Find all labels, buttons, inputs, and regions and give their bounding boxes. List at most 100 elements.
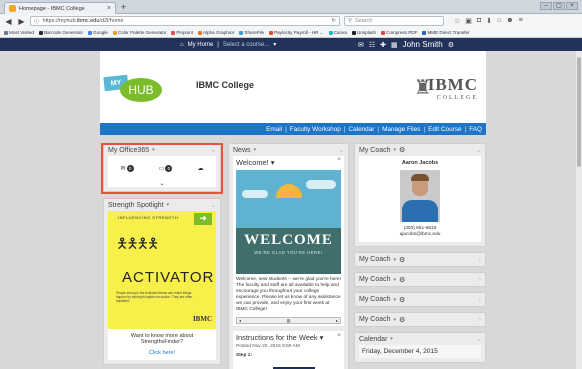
scroll-left-icon[interactable]: ◂ [239,318,241,323]
settings-gear-icon[interactable]: ⚙ [399,256,405,264]
settings-gear-icon[interactable]: ⚙ [399,276,405,284]
menu-separator: | [343,125,346,133]
address-bar[interactable]: ⓘ https://myhub.ibmc.edu/d2l/home ↻ [30,16,340,26]
menu-item[interactable]: Email [266,126,282,133]
forward-icon[interactable]: ▶ [17,17,26,26]
menu-item[interactable]: Calendar [348,126,374,133]
user-avatar-icon[interactable]: ▦ [391,41,398,49]
click-here-link[interactable]: Click here! [110,350,214,356]
new-tab-button[interactable]: + [121,2,126,12]
settings-gear-icon[interactable]: ⚙ [399,296,405,304]
pocket-icon[interactable]: ◘ [477,17,481,25]
logo-hub: HUB [120,78,162,102]
widget-menu-icon[interactable]: ▾ [390,336,393,342]
widget-title: My Coach [359,296,391,304]
menu-icon[interactable]: ≡ [519,17,523,25]
bookmark-item[interactable]: Unsplash [351,30,376,35]
sync-icon[interactable]: ☻ [506,17,513,25]
ibmc-logo-text: IBMC [427,75,478,94]
menu-item[interactable]: Edit Course [428,126,461,133]
collapse-icon[interactable]: ⌄ [476,147,481,154]
cloud-shape [242,190,268,198]
bookmark-item[interactable]: Alpha Graphics [197,30,234,35]
bookmark-item[interactable]: Most Visited [4,30,34,35]
message-alert-icon[interactable]: ✉ [358,41,364,49]
scroll-right-icon[interactable]: ▸ [336,318,338,323]
update-alert-icon[interactable]: ✚ [380,41,386,49]
scrollbar-thumb[interactable] [577,57,581,167]
star-icon[interactable]: ☆ [454,17,460,25]
news-column: News ▾ ⌄ Welcome! ▾ × WELCOME WE'RE GLAD… [228,143,349,369]
reload-icon[interactable]: ↻ [331,18,336,24]
bookmark-label: Paylocity Payroll - HR ... [274,30,324,35]
dismiss-icon[interactable]: × [337,157,341,163]
widget-menu-icon[interactable]: ▾ [394,297,397,303]
dismiss-icon[interactable]: × [337,333,341,339]
site-header: MY HUB IBMC College ♜ IBMC COLLEGE [100,51,486,123]
bookmark-item[interactable]: Canva [328,30,347,35]
bookmark-label: Compress PDF [386,30,418,35]
coach-mini-widget[interactable]: My Coach ▾ ⚙ › [354,312,486,328]
widget-menu-icon[interactable]: ▾ [254,147,257,153]
chevron-right-icon[interactable]: › [479,256,481,263]
horizontal-scrollbar[interactable]: ◂ ▥ ▸ [236,316,341,324]
menu-item[interactable]: Faculty Workshop [290,126,341,133]
subscription-alert-icon[interactable]: ☷ [369,41,375,49]
bookmark-item[interactable]: Compress PDF [381,30,417,35]
collapse-icon[interactable]: ⌄ [476,336,481,343]
tab-close-icon[interactable]: × [107,5,111,12]
strength-footer: Want to know more about StrengthsFinder?… [108,329,216,360]
coach-mini-widget[interactable]: My Coach ▾ ⚙ › [354,272,486,288]
widget-menu-icon[interactable]: ▾ [394,277,397,283]
minimize-button[interactable]: – [540,2,552,10]
widget-menu-icon[interactable]: ▾ [394,317,397,323]
home-nav-icon[interactable]: ⌂ [180,42,184,48]
coach-mini-widget[interactable]: My Coach ▾ ⚙ › [354,292,486,308]
strength-widget: Strength Spotlight ▾ ⌄ INFLUENCING STREN… [103,198,221,365]
news-item-title[interactable]: Instructions for the Week ▾ [236,333,341,342]
collapse-icon[interactable]: ⌄ [211,202,216,209]
menu-item[interactable]: FAQ [469,126,482,133]
coach-email[interactable]: ajacobs@ibmc.edu [361,232,479,238]
chevron-down-icon[interactable]: ▾ [273,41,276,48]
myhub-logo[interactable]: MY HUB [103,74,166,104]
home-icon[interactable]: ⌂ [497,17,501,25]
widget-menu-icon[interactable]: ▾ [167,202,170,208]
my-home-link[interactable]: My Home [188,42,214,48]
page-scrollbar[interactable] [576,51,582,369]
bookmark-item[interactable]: Pinpoint [171,30,193,35]
maximize-button[interactable]: ▢ [553,2,565,10]
activator-image: INFLUENCING STRENGTH ➜ 🯅🯅🯅🯅 ACTIVATOR Pe… [108,211,216,329]
news-item: Instructions for the Week ▾ × Posted Nov… [233,330,344,369]
news-item-title[interactable]: Welcome! ▾ [236,158,341,167]
chevron-right-icon[interactable]: › [479,296,481,303]
search-input[interactable]: ⚲ Search [344,16,444,26]
coach-card: Aaron Jacobs (303) 651-6819 ajacobs@ibmc… [359,156,481,243]
bookmark-item[interactable]: Color Palette Generator [112,30,166,35]
menu-item[interactable]: Manage Files [382,126,420,133]
bookmark-item[interactable]: Google [88,30,108,35]
coach-mini-widget[interactable]: My Coach ▾ ⚙ › [354,252,486,268]
bookmark-item[interactable]: ShareFile [239,30,264,35]
widget-menu-icon[interactable]: ▾ [394,147,397,153]
nav-right-group: ✉ ☷ ✚ ▦ John Smith ⚙ [358,40,454,49]
browser-tab[interactable]: Homepage - IBMC College × [4,2,116,14]
settings-icon[interactable]: ⚙ [448,41,454,49]
collapse-icon[interactable]: ⌄ [339,147,344,154]
widget-menu-icon[interactable]: ▾ [394,257,397,263]
download-icon[interactable]: ⬇ [486,17,492,25]
chevron-right-icon[interactable]: › [479,316,481,323]
course-selector[interactable]: Select a course... [223,42,269,48]
settings-gear-icon[interactable]: ⚙ [399,146,405,154]
chevron-right-icon[interactable]: › [479,276,481,283]
bookmark-item[interactable]: Paylocity Payroll - HR ... [269,30,324,35]
user-name-link[interactable]: John Smith [403,40,443,49]
bookmark-label: Barcode Generator [43,30,84,35]
clipboard-icon[interactable]: ▣ [465,17,472,25]
close-window-button[interactable]: × [566,2,578,10]
scroll-grip-icon[interactable]: ▥ [287,318,291,323]
settings-gear-icon[interactable]: ⚙ [399,316,405,324]
bookmark-item[interactable]: MME Direct Transfer [422,30,470,35]
back-icon[interactable]: ◀ [4,17,13,26]
bookmark-item[interactable]: Barcode Generator [38,30,84,35]
